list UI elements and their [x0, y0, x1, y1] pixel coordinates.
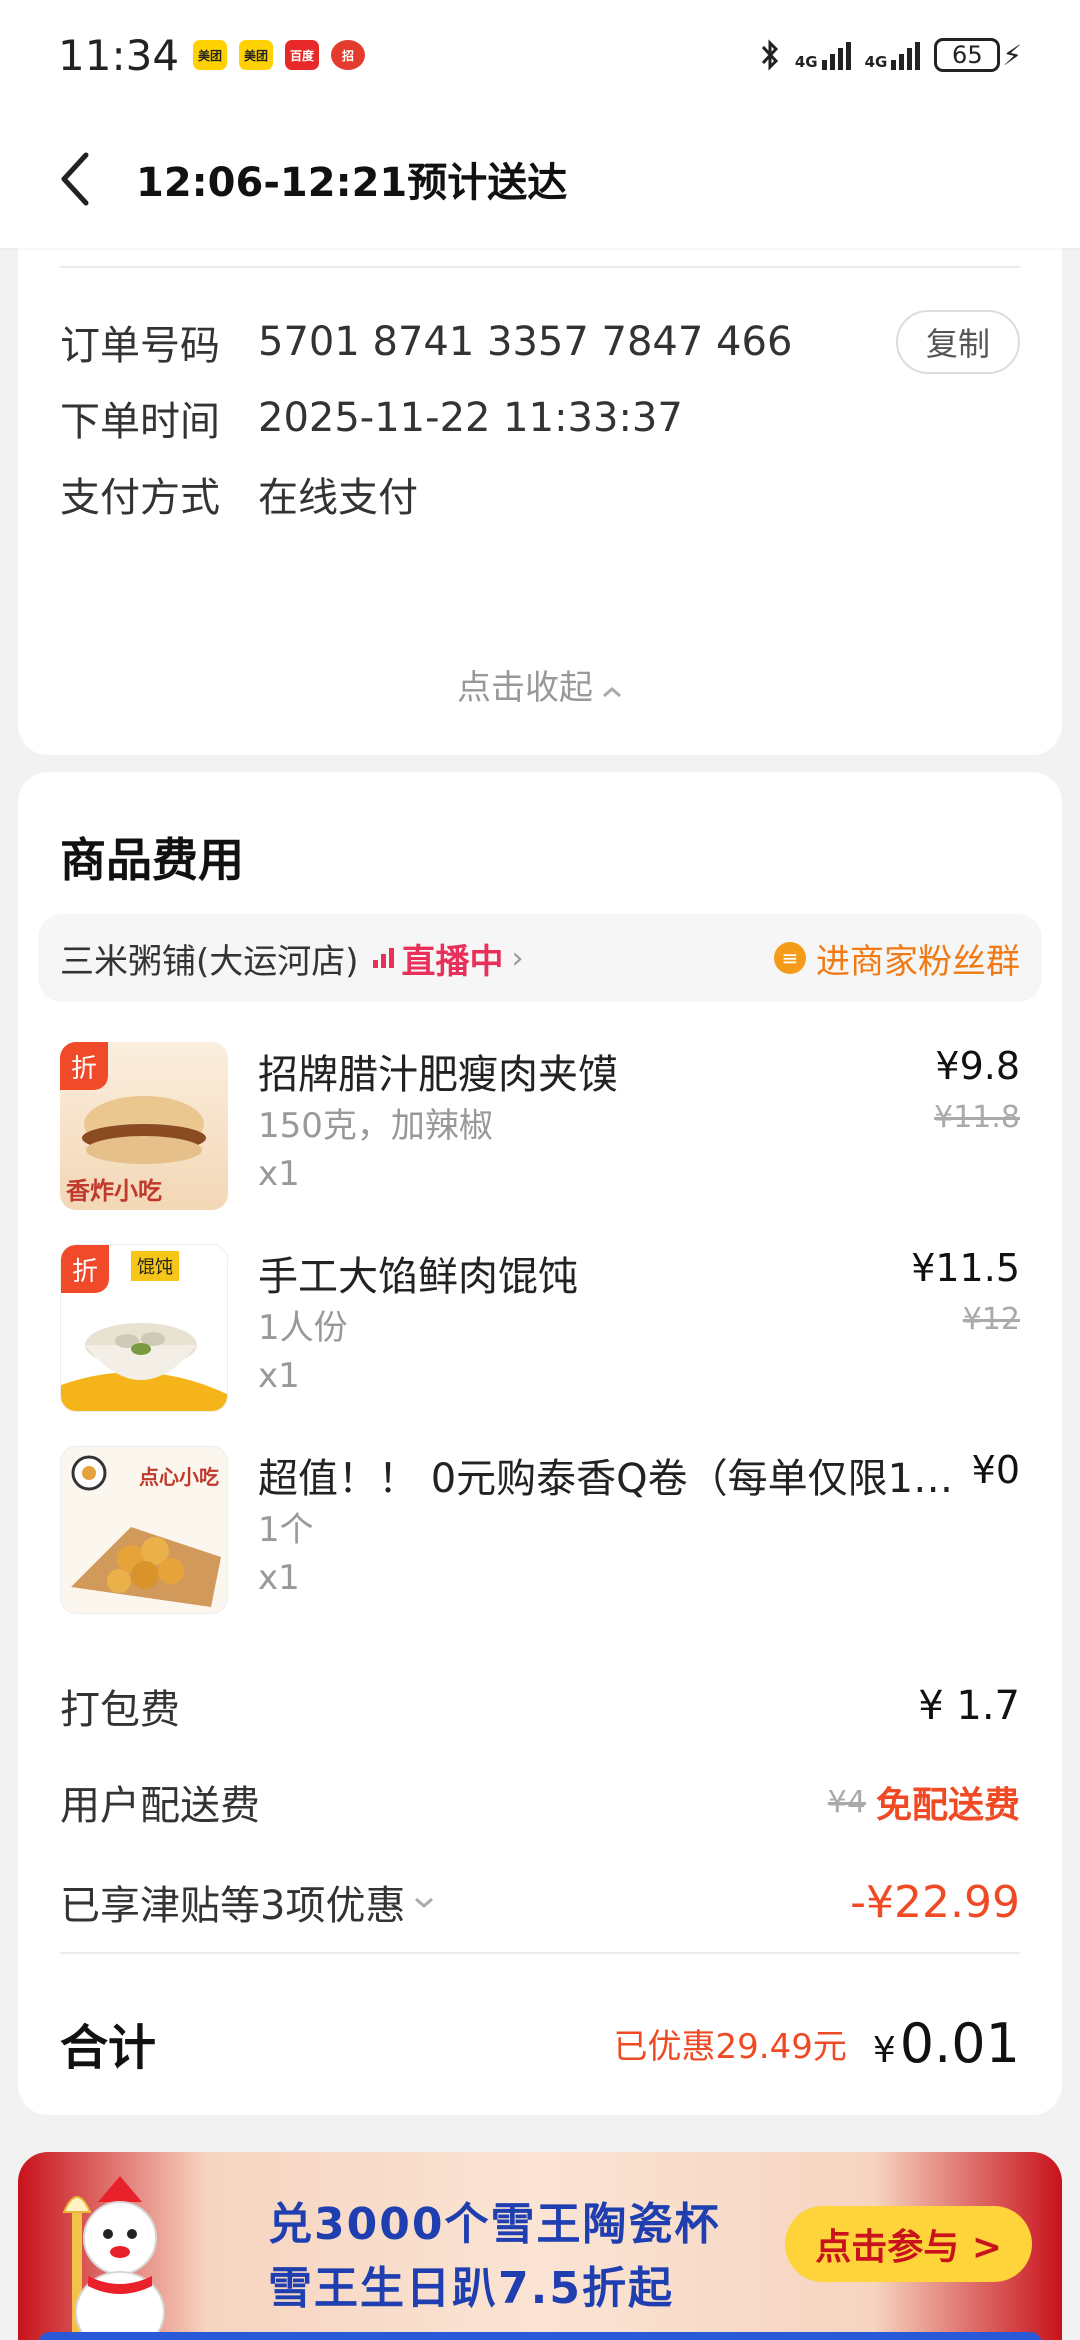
- delivery-fee-values: ¥4 免配送费: [828, 1776, 1020, 1828]
- banner-headline: 兑3000个雪王陶瓷杯: [268, 2199, 721, 2250]
- notification-icons: 美团 美团 百度 招: [193, 40, 366, 70]
- meituan-app-icon: 美团: [239, 40, 274, 70]
- battery-indicator: 65 ⚡: [934, 38, 1022, 72]
- live-bars-icon: [372, 948, 394, 968]
- item-name: 手工大馅鲜肉馄饨: [258, 1254, 578, 1300]
- item-quantity: x1: [258, 1558, 300, 1598]
- order-number-label: 订单号码: [60, 323, 220, 369]
- signal-bars-icon: [891, 40, 921, 70]
- list-item[interactable]: 点心小吃 超值！！ 0元购泰香Q卷（每单仅限1… 1个 x1 ¥0: [60, 1446, 1020, 1616]
- shop-bar[interactable]: 三米粥铺(大运河店) 直播中 › ≡ 进商家粉丝群: [38, 914, 1042, 1002]
- thumbnail-caption: 香炸小吃: [66, 1177, 162, 1205]
- chat-bubble-icon: ≡: [774, 942, 806, 974]
- item-original-price: ¥12: [962, 1302, 1020, 1337]
- participate-button[interactable]: 点击参与 >: [785, 2206, 1032, 2282]
- delivery-fee-row: 用户配送费 ¥4 免配送费: [60, 1772, 1020, 1832]
- chevron-down-icon[interactable]: [413, 1887, 435, 1917]
- meituan-app-icon: 美团: [193, 40, 228, 70]
- item-name: 超值！！ 0元购泰香Q卷（每单仅限1…: [258, 1456, 954, 1502]
- divider: [60, 266, 1020, 268]
- packing-fee-value: ¥ 1.7: [918, 1683, 1020, 1729]
- item-price: ¥11.5: [911, 1246, 1020, 1290]
- payment-value: 在线支付: [258, 475, 418, 521]
- status-bar: 11:34 美团 美团 百度 招 4G 4G 65 ⚡: [0, 0, 1080, 110]
- discount-label[interactable]: 已享津贴等3项优惠: [60, 1873, 405, 1931]
- back-arrow-icon[interactable]: [58, 149, 100, 209]
- charging-bolt-icon: ⚡: [1002, 38, 1022, 72]
- baiduwaimai-app-icon: 百度: [285, 40, 320, 70]
- order-info-card: 订单号码 5701 8741 3357 7847 466 复制 下单时间 202…: [18, 200, 1062, 755]
- network-type-label: 4G: [794, 53, 818, 71]
- signal-bars-icon: [821, 40, 851, 70]
- list-item[interactable]: 折 馄饨 手工大馅鲜肉馄饨 1人份 x1 ¥11.5 ¥12: [60, 1244, 1020, 1414]
- shop-name[interactable]: 三米粥铺(大运河店): [60, 934, 359, 983]
- signal-1: 4G: [795, 40, 851, 70]
- live-label[interactable]: 直播中: [402, 934, 504, 983]
- item-price: ¥0: [971, 1448, 1020, 1492]
- page-title: 12:06-12:21预计送达: [136, 160, 568, 206]
- packing-fee-label: 打包费: [60, 1687, 180, 1733]
- delivery-fee-label: 用户配送费: [60, 1783, 260, 1829]
- food-thumbnail: 点心小吃: [60, 1446, 228, 1614]
- payment-label: 支付方式: [60, 475, 220, 521]
- order-time-row: 下单时间 2025-11-22 11:33:37: [60, 386, 1020, 450]
- collapse-toggle[interactable]: 点击收起: [18, 660, 1062, 709]
- collapse-label: 点击收起: [457, 668, 593, 708]
- goods-fee-card: 商品费用 三米粥铺(大运河店) 直播中 › ≡ 进商家粉丝群 折 香炸小吃 招牌…: [18, 772, 1062, 2115]
- battery-level: 65: [934, 38, 1001, 72]
- packing-fee-row: 打包费 ¥ 1.7: [60, 1676, 1020, 1736]
- signal-2: 4G: [865, 40, 921, 70]
- payment-row: 支付方式 在线支付: [60, 462, 1020, 526]
- promo-banner[interactable]: 兑3000个雪王陶瓷杯 雪王生日趴7.5折起 点击参与 >: [18, 2152, 1062, 2340]
- food-thumbnail: 折 香炸小吃: [60, 1042, 228, 1210]
- order-time-value: 2025-11-22 11:33:37: [258, 395, 683, 441]
- item-quantity: x1: [258, 1356, 300, 1396]
- item-price: ¥9.8: [935, 1044, 1020, 1088]
- discount-badge: 折: [61, 1245, 109, 1293]
- china-merchants-bank-icon: 招: [331, 40, 366, 70]
- discount-row[interactable]: 已享津贴等3项优惠 -¥22.99: [60, 1870, 1020, 1934]
- copy-button[interactable]: 复制: [895, 310, 1020, 374]
- discount-value: -¥22.99: [850, 1876, 1020, 1928]
- total-row: 合计 已优惠29.49元 ¥0.01: [60, 2008, 1020, 2078]
- order-number-value: 5701 8741 3357 7847 466: [258, 319, 793, 365]
- snow-king-mascot-icon: [62, 2176, 165, 2340]
- status-right: 4G 4G 65 ⚡: [759, 38, 1022, 72]
- item-spec: 150克，加辣椒: [258, 1106, 493, 1146]
- order-time-label: 下单时间: [60, 399, 220, 445]
- section-title: 商品费用: [60, 833, 244, 887]
- network-type-label: 4G: [864, 53, 888, 71]
- item-original-price: ¥11.8: [934, 1100, 1020, 1135]
- item-quantity: x1: [258, 1154, 300, 1194]
- total-amount: ¥0.01: [873, 2012, 1020, 2075]
- chevron-up-icon: [601, 668, 623, 708]
- food-thumbnail: 折 馄饨: [60, 1244, 228, 1412]
- divider: [60, 1952, 1020, 1954]
- total-label: 合计: [60, 2020, 157, 2076]
- saved-amount: 已优惠29.49元: [613, 2026, 847, 2067]
- chevron-right-icon: ›: [511, 940, 524, 976]
- delivery-original-fee: ¥4: [827, 1784, 866, 1820]
- item-spec: 1人份: [258, 1308, 348, 1348]
- currency-symbol: ¥: [872, 2029, 896, 2071]
- top-nav-bar: 12:06-12:21预计送达: [0, 110, 1080, 248]
- fans-group-link[interactable]: ≡ 进商家粉丝群: [774, 934, 1020, 983]
- banner-subheadline: 雪王生日趴7.5折起: [268, 2263, 674, 2314]
- banner-bottom-strip: [38, 2332, 1042, 2340]
- bluetooth-icon: [761, 39, 778, 71]
- list-item[interactable]: 折 香炸小吃 招牌腊汁肥瘦肉夹馍 150克，加辣椒 x1 ¥9.8 ¥11.8: [60, 1042, 1020, 1212]
- discount-badge: 折: [60, 1042, 108, 1090]
- item-name: 招牌腊汁肥瘦肉夹馍: [258, 1052, 618, 1098]
- order-number-row: 订单号码 5701 8741 3357 7847 466 复制: [60, 310, 1020, 374]
- q-roll-image: [71, 1527, 221, 1607]
- fans-group-label: 进商家粉丝群: [816, 941, 1020, 982]
- status-time: 11:34: [58, 30, 180, 80]
- total-value: 0.01: [899, 2011, 1020, 2075]
- free-delivery-label: 免配送费: [875, 1785, 1020, 1826]
- item-spec: 1个: [258, 1510, 314, 1550]
